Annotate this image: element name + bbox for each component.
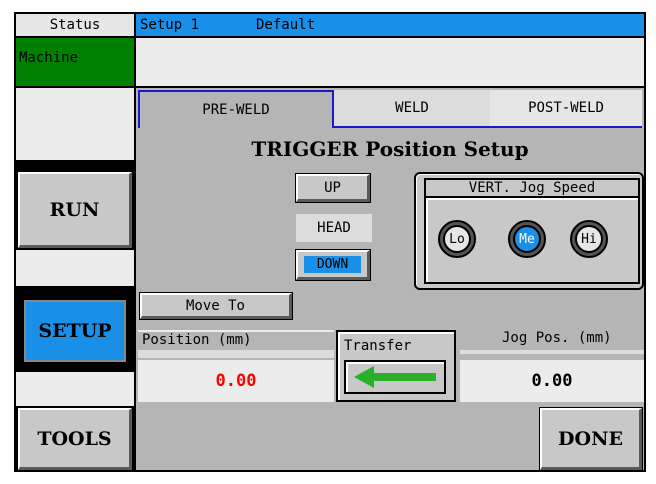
tab-pre-weld[interactable]: PRE-WELD [138,90,334,128]
tab-post-weld[interactable]: POST-WELD [490,90,642,128]
position-label: Position (mm) [138,330,334,348]
head-label: HEAD [296,214,372,242]
transfer-label: Transfer [344,338,412,354]
jog-pos-value: 0.00 [460,360,644,402]
done-button[interactable]: DONE [540,408,642,470]
transfer-button[interactable]: Transfer [336,330,456,402]
jog-pos-label: Jog Pos. (mm) [502,330,612,346]
tools-button[interactable]: TOOLS [18,408,132,470]
transfer-arrow-frame [344,360,446,394]
page-title: TRIGGER Position Setup [251,137,529,161]
header-blank-row [136,38,644,86]
status-label: Status [16,14,134,36]
setup-number: Setup 1 [140,17,200,33]
left-blank-3 [16,372,134,406]
jog-speed-lo-label: Lo [443,225,471,253]
left-blank-1 [16,88,134,160]
tab-weld[interactable]: WELD [334,90,490,128]
jog-speed-me-label: Me [513,225,541,253]
setup-header-bar [136,14,644,36]
run-button[interactable]: RUN [18,172,132,248]
setup-name: Default [256,17,316,33]
position-value: 0.00 [138,360,334,402]
head-up-button[interactable]: UP [296,174,370,202]
status-value: Machine [16,38,134,86]
head-down-label: DOWN [304,256,361,273]
jog-speed-title: VERT. Jog Speed [424,178,640,196]
left-blank-2 [16,250,134,286]
jog-speed-hi-label: Hi [575,225,603,253]
jog-speed-hi[interactable]: Hi [570,220,608,258]
jog-speed-lo[interactable]: Lo [438,220,476,258]
setup-button-label: SETUP [24,300,126,362]
move-to-button[interactable]: Move To [140,293,292,319]
jog-speed-me[interactable]: Me [508,220,546,258]
head-down-button[interactable]: DOWN [296,250,370,280]
jog-pos-divider [460,350,644,354]
setup-button[interactable]: SETUP [16,292,134,370]
position-divider [138,350,334,358]
left-arrow-icon [354,366,436,388]
